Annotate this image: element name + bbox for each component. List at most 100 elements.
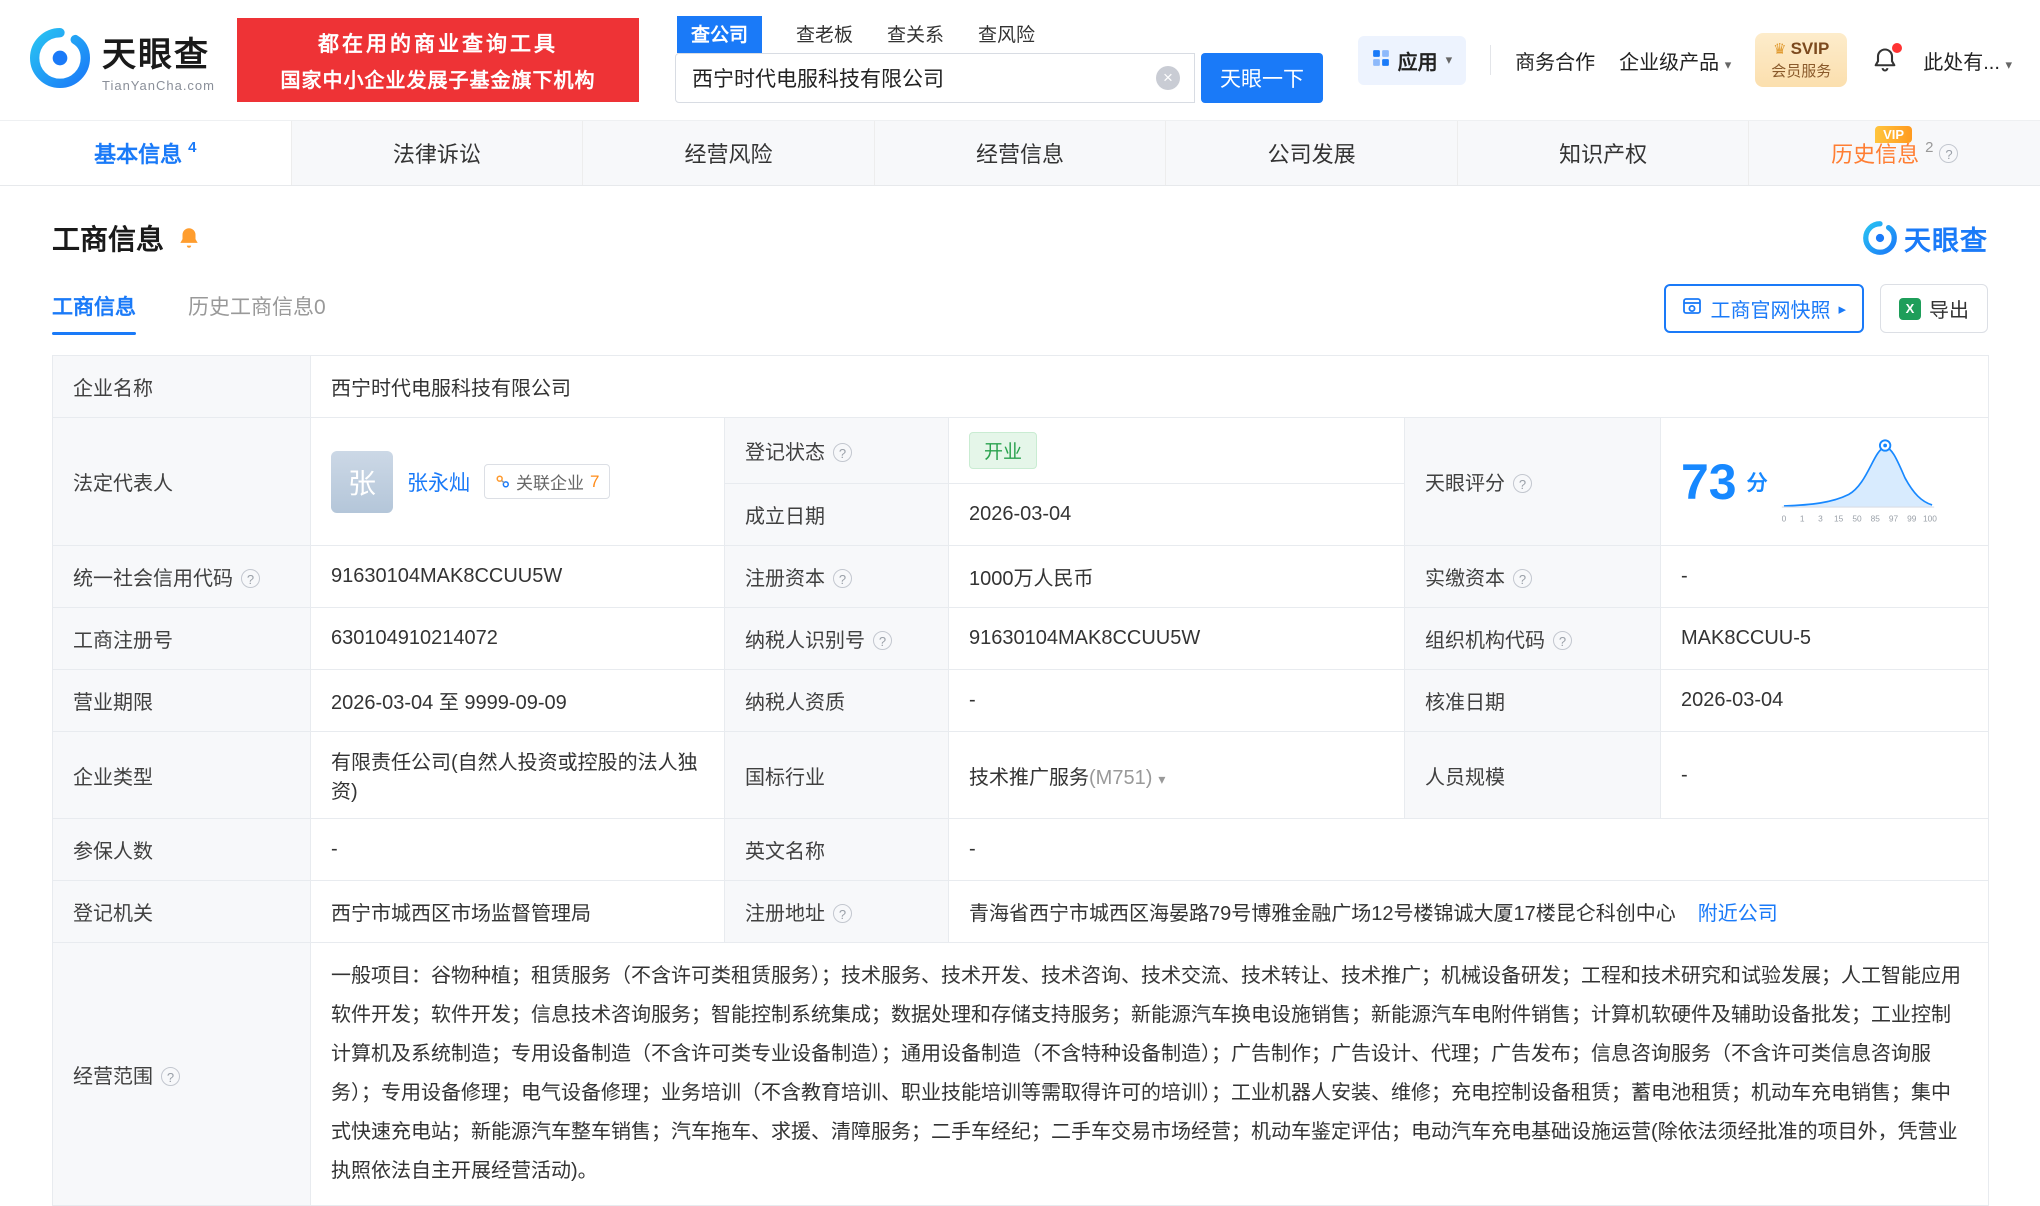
export-button[interactable]: X 导出: [1880, 284, 1988, 333]
nearby-companies-link[interactable]: 附近公司: [1698, 903, 1778, 925]
help-icon[interactable]: ?: [1939, 143, 1959, 163]
tab-company-development[interactable]: 公司发展: [1166, 121, 1458, 185]
avatar[interactable]: 张: [331, 450, 393, 513]
crown-icon: ♛: [1773, 41, 1787, 58]
tianyan-score: 73 分 0 1 3 15 50 85 97 99 100: [1681, 434, 1968, 530]
search-tab-boss[interactable]: 查老板: [796, 20, 853, 53]
help-icon[interactable]: ?: [161, 1066, 180, 1086]
tab-business-info[interactable]: 经营信息: [875, 121, 1167, 185]
approve-date-label: 核准日期: [1404, 669, 1661, 732]
table-row: 企业类型 有限责任公司(自然人投资或控股的法人独资) 国标行业 技术推广服务(M…: [52, 731, 1990, 819]
section-title: 工商信息: [52, 224, 165, 255]
svg-text:1: 1: [1799, 513, 1804, 523]
help-icon[interactable]: ?: [1513, 474, 1532, 493]
reg-status-label: 登记状态?: [724, 417, 949, 484]
address-value: 青海省西宁市城西区海晏路79号博雅金融广场12号楼锦诚大厦17楼昆仑科创中心: [969, 903, 1676, 925]
reg-number-label: 工商注册号: [52, 607, 311, 670]
more-link[interactable]: 此处有... ▾: [1923, 46, 2012, 75]
search-button[interactable]: 天眼一下: [1201, 53, 1323, 103]
table-row: 营业期限 2026-03-04 至 9999-09-09 纳税人资质 - 核准日…: [52, 669, 1990, 732]
taxpayer-id-label: 纳税人识别号?: [724, 607, 949, 670]
company-name-value: 西宁时代电服科技有限公司: [309, 355, 1990, 418]
help-icon[interactable]: ?: [1553, 631, 1572, 650]
tab-operational-risk[interactable]: 经营风险: [583, 121, 875, 185]
chevron-down-icon[interactable]: ▾: [1158, 771, 1165, 787]
table-row: 统一社会信用代码? 91630104MAK8CCUU5W 注册资本? 1000万…: [52, 545, 1990, 608]
industry-code: (M751): [1089, 766, 1153, 789]
legal-rep-cell: 张 张永灿 关联企业 7: [331, 450, 704, 513]
apps-menu[interactable]: 应用 ▾: [1357, 35, 1467, 85]
brand-name: 天眼查: [102, 36, 210, 74]
svip-member-button[interactable]: ♛ SVIP 会员服务: [1755, 33, 1848, 87]
official-snapshot-button[interactable]: 工商官网快照 ▸: [1664, 284, 1864, 333]
enterprise-products-link[interactable]: 企业级产品 ▾: [1619, 46, 1731, 75]
tab-legal-proceedings[interactable]: 法律诉讼: [292, 121, 584, 185]
table-row: 法定代表人 张 张永灿 关联企业 7 登记状态 ? 开业 天眼评分 ? 73 分…: [52, 417, 1990, 546]
search-area: 查公司 查老板 查关系 查风险 × 天眼一下: [675, 16, 1323, 103]
tianyancha-company-page: 天眼查 TianYanCha.com 都在用的商业查询工具 国家中小企业发展子基…: [0, 0, 2040, 1206]
table-row: 参保人数 - 英文名称 -: [52, 818, 1990, 881]
subscribe-bell-icon[interactable]: [176, 225, 202, 251]
notification-bell-icon[interactable]: [1871, 43, 1903, 74]
search-tab-company[interactable]: 查公司: [677, 16, 763, 53]
biz-cooperation-link[interactable]: 商务合作: [1515, 46, 1595, 75]
help-icon[interactable]: ?: [833, 443, 852, 462]
registry-authority-label: 登记机关: [52, 880, 311, 943]
credit-code-value: 91630104MAK8CCUU5W: [310, 545, 725, 608]
registry-authority-value: 西宁市城西区市场监督管理局: [310, 880, 725, 943]
tab-history-info[interactable]: VIP 历史信息 2 ?: [1749, 121, 2040, 185]
top-right-nav: 应用 ▾ 商务合作 企业级产品 ▾ ♛ SVIP 会员服务 此处有... ▾: [1357, 33, 2012, 87]
search-input[interactable]: [692, 66, 1132, 90]
chevron-down-icon: ▾: [1445, 52, 1453, 67]
business-scope-label: 经营范围?: [52, 942, 311, 1206]
insured-count-label: 参保人数: [52, 818, 311, 881]
score-unit: 分: [1746, 471, 1768, 495]
promo-line-2: 国家中小企业发展子基金旗下机构: [280, 69, 596, 92]
subtab-history-registration[interactable]: 历史工商信息0: [188, 291, 326, 335]
tianyancha-logo[interactable]: 天眼查 TianYanCha.com: [28, 26, 215, 95]
tab-intellectual-property[interactable]: 知识产权: [1458, 121, 1750, 185]
svg-text:0: 0: [1781, 513, 1786, 523]
clear-search-icon[interactable]: ×: [1156, 66, 1180, 90]
chevron-down-icon: ▾: [2005, 56, 2012, 72]
business-scope-value: 一般项目：谷物种植；租赁服务（不含许可类租赁服务）；技术服务、技术开发、技术咨询…: [331, 965, 1961, 1182]
paid-capital-value: -: [1659, 545, 1990, 608]
svg-text:50: 50: [1852, 513, 1862, 523]
table-row: 工商注册号 630104910214072 纳税人识别号? 91630104MA…: [52, 607, 1990, 670]
score-label: 天眼评分?: [1404, 417, 1661, 546]
help-icon[interactable]: ?: [833, 904, 852, 923]
table-row: 企业名称 西宁时代电服科技有限公司: [52, 355, 1990, 418]
industry-label: 国标行业: [724, 731, 949, 819]
company-type-label: 企业类型: [52, 731, 311, 819]
vip-badge: VIP: [1875, 126, 1913, 143]
subtab-business-registration[interactable]: 工商信息: [52, 291, 136, 335]
business-term-label: 营业期限: [52, 669, 311, 732]
help-icon[interactable]: ?: [241, 569, 260, 588]
establish-date-label: 成立日期: [724, 483, 949, 546]
english-name-label: 英文名称: [724, 818, 949, 881]
excel-icon: X: [1899, 297, 1921, 320]
search-tab-risk[interactable]: 查风险: [978, 20, 1035, 53]
legal-rep-link[interactable]: 张永灿: [407, 467, 470, 497]
taxpayer-id-value: 91630104MAK8CCUU5W: [948, 607, 1405, 670]
score-value: 73: [1681, 453, 1737, 510]
notification-dot: [1892, 43, 1903, 53]
paid-capital-label: 实缴资本?: [1404, 545, 1661, 608]
tab-basic-info[interactable]: 基本信息 4: [0, 121, 292, 185]
help-icon[interactable]: ?: [1513, 569, 1532, 588]
approve-date-value: 2026-03-04: [1659, 669, 1990, 732]
help-icon[interactable]: ?: [873, 631, 892, 650]
svg-text:85: 85: [1870, 513, 1880, 523]
svg-text:97: 97: [1888, 513, 1898, 523]
search-tab-relation[interactable]: 查关系: [887, 20, 944, 53]
status-badge: 开业: [969, 432, 1038, 469]
taxpayer-quality-value: -: [948, 669, 1405, 732]
insured-count-value: -: [310, 818, 725, 881]
org-code-value: MAK8CCUU-5: [1659, 607, 1990, 670]
main-content: 工商信息 天眼查 工商信息 历史工商信息0 工商官网快照 ▸ X 导出 企业名称…: [0, 218, 2040, 1206]
svg-text:3: 3: [1818, 513, 1823, 523]
help-icon[interactable]: ?: [833, 569, 852, 588]
related-companies-tag[interactable]: 关联企业 7: [484, 464, 611, 499]
taxpayer-quality-label: 纳税人资质: [724, 669, 949, 732]
english-name-value: -: [947, 818, 1990, 881]
